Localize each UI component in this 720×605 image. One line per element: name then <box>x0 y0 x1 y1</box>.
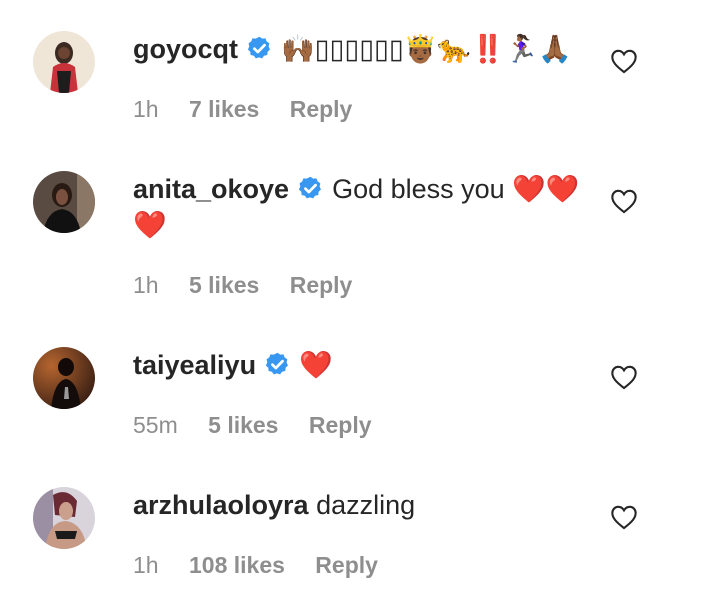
likes-count[interactable]: 5 likes <box>208 412 278 438</box>
comment-text: dazzling <box>316 490 416 520</box>
likes-count[interactable]: 5 likes <box>189 272 259 298</box>
reply-button[interactable]: Reply <box>290 272 353 298</box>
avatar[interactable] <box>33 31 95 93</box>
username[interactable]: anita_okoye <box>133 174 289 204</box>
avatar[interactable] <box>33 487 95 549</box>
comment-text: ❤️ <box>299 350 333 380</box>
username[interactable]: arzhulaoloyra <box>133 490 309 520</box>
username[interactable]: taiyealiyu <box>133 350 256 380</box>
comment-body: goyocqt 🙌🏾▯▯▯▯▯▯🤴🏾🐆‼️🏃🏾‍♀️🙏🏾 <box>133 31 583 67</box>
verified-badge-icon <box>246 35 273 62</box>
comment-time: 1h <box>133 552 159 578</box>
heart-outline-icon[interactable] <box>610 364 638 390</box>
comment-meta: 55m 5 likes Reply <box>133 410 396 440</box>
comment-meta: 1h 108 likes Reply <box>133 550 402 580</box>
avatar[interactable] <box>33 171 95 233</box>
comment-time: 1h <box>133 272 159 298</box>
avatar[interactable] <box>33 347 95 409</box>
reply-button[interactable]: Reply <box>315 552 378 578</box>
comment-time: 1h <box>133 96 159 122</box>
heart-outline-icon[interactable] <box>610 504 638 530</box>
username[interactable]: goyocqt <box>133 34 238 64</box>
verified-badge-icon <box>264 351 291 378</box>
comment-body: anita_okoye God bless you ❤️❤️ ❤️ <box>133 171 583 243</box>
comment-text: 🙌🏾▯▯▯▯▯▯🤴🏾🐆‼️🏃🏾‍♀️🙏🏾 <box>281 34 572 64</box>
verified-badge-icon <box>297 175 324 202</box>
comment-time: 55m <box>133 412 178 438</box>
comment-body: arzhulaoloyra dazzling <box>133 487 583 523</box>
reply-button[interactable]: Reply <box>290 96 353 122</box>
likes-count[interactable]: 108 likes <box>189 552 285 578</box>
comment-body: taiyealiyu ❤️ <box>133 347 583 383</box>
comment-meta: 1h 5 likes Reply <box>133 270 376 300</box>
reply-button[interactable]: Reply <box>309 412 372 438</box>
heart-outline-icon[interactable] <box>610 188 638 214</box>
comment-meta: 1h 7 likes Reply <box>133 94 376 124</box>
heart-outline-icon[interactable] <box>610 48 638 74</box>
likes-count[interactable]: 7 likes <box>189 96 259 122</box>
